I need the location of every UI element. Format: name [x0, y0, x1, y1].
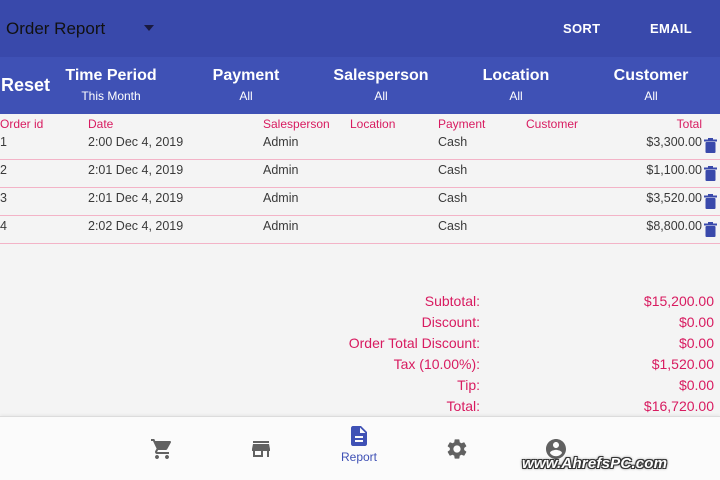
cell-salesperson: Admin — [263, 219, 299, 233]
summary-order-total-discount: Order Total Discount: $0.00 — [0, 334, 720, 355]
summary-label: Tax (10.00%): — [393, 356, 480, 372]
table-row[interactable]: 4 2:02 Dec 4, 2019 Admin Cash $8,800.00 — [0, 216, 720, 244]
cell-salesperson: Admin — [263, 191, 299, 205]
nav-report-label: Report — [340, 450, 378, 464]
table-row[interactable]: 2 2:01 Dec 4, 2019 Admin Cash $1,100.00 — [0, 160, 720, 188]
cell-order-id: 1 — [0, 135, 7, 149]
trash-icon[interactable] — [704, 222, 717, 237]
summary-label: Discount: — [421, 314, 480, 330]
summary-tax: Tax (10.00%): $1,520.00 — [0, 355, 720, 376]
nav-report[interactable]: Report — [329, 412, 389, 476]
filter-customer[interactable]: Customer All — [581, 67, 720, 103]
summary-label: Total: — [446, 398, 480, 414]
filter-name: Time Period — [65, 67, 157, 84]
order-summary: Subtotal: $15,200.00 Discount: $0.00 Ord… — [0, 292, 720, 418]
summary-tip: Tip: $0.00 — [0, 376, 720, 397]
summary-label: Tip: — [457, 377, 480, 393]
store-icon — [252, 441, 270, 457]
summary-label: Subtotal: — [424, 293, 480, 309]
col-header-salesperson[interactable]: Salesperson — [263, 117, 330, 131]
cell-salesperson: Admin — [263, 135, 299, 149]
filter-value: All — [644, 89, 658, 103]
filter-value: All — [239, 89, 253, 103]
cell-date: 2:00 Dec 4, 2019 — [88, 135, 184, 149]
cell-total: $8,800.00 — [646, 219, 702, 233]
filter-name: Location — [482, 67, 550, 84]
report-type-selected: Order Report — [6, 18, 106, 38]
cell-date: 2:01 Dec 4, 2019 — [88, 191, 184, 205]
app-bar: Order Report SORT EMAIL — [0, 0, 720, 57]
filter-value: This Month — [81, 89, 141, 103]
col-header-customer[interactable]: Customer — [526, 117, 578, 131]
filter-location[interactable]: Location All — [446, 67, 586, 103]
filter-value: All — [509, 89, 523, 103]
filter-bar: Reset Time Period This Month Payment All… — [0, 57, 720, 114]
table-header: Order id Date Salesperson Location Payme… — [0, 114, 720, 132]
cell-salesperson: Admin — [263, 163, 299, 177]
filter-name: Payment — [212, 67, 280, 84]
cell-payment: Cash — [438, 191, 468, 205]
cell-total: $3,520.00 — [646, 191, 702, 205]
filter-name: Salesperson — [333, 67, 429, 84]
cell-order-id: 3 — [0, 191, 7, 205]
summary-value: $1,520.00 — [651, 356, 714, 372]
cell-date: 2:01 Dec 4, 2019 — [88, 163, 184, 177]
trash-icon[interactable] — [704, 166, 717, 181]
cell-order-id: 2 — [0, 163, 7, 177]
filter-time-period[interactable]: Time Period This Month — [41, 67, 181, 103]
summary-discount: Discount: $0.00 — [0, 313, 720, 334]
summary-value: $0.00 — [678, 377, 714, 393]
orders-table: Order id Date Salesperson Location Payme… — [0, 114, 720, 244]
col-header-location[interactable]: Location — [350, 117, 395, 131]
cell-payment: Cash — [438, 163, 468, 177]
cell-total: $3,300.00 — [646, 135, 702, 149]
summary-value: $15,200.00 — [643, 293, 714, 309]
watermark: www.AhrefsPC.com — [522, 455, 668, 472]
report-type-dropdown[interactable]: Order Report — [0, 0, 170, 57]
cell-order-id: 4 — [0, 219, 7, 233]
trash-icon[interactable] — [704, 138, 717, 153]
summary-value: $16,720.00 — [643, 398, 714, 414]
nav-store[interactable] — [231, 417, 291, 480]
nav-settings[interactable] — [427, 417, 487, 480]
report-icon — [351, 426, 367, 446]
cell-date: 2:02 Dec 4, 2019 — [88, 219, 184, 233]
nav-cart[interactable] — [132, 417, 192, 480]
cell-payment: Cash — [438, 219, 468, 233]
summary-subtotal: Subtotal: $15,200.00 — [0, 292, 720, 313]
cell-total: $1,100.00 — [646, 163, 702, 177]
dropdown-caret-icon — [144, 25, 154, 31]
settings-icon — [447, 439, 467, 459]
summary-value: $0.00 — [678, 335, 714, 351]
cell-payment: Cash — [438, 135, 468, 149]
filter-name: Customer — [613, 67, 689, 84]
cart-icon — [151, 439, 172, 459]
col-header-payment[interactable]: Payment — [438, 117, 485, 131]
sort-button[interactable]: SORT — [563, 0, 600, 57]
email-button[interactable]: EMAIL — [650, 0, 692, 57]
table-row[interactable]: 3 2:01 Dec 4, 2019 Admin Cash $3,520.00 — [0, 188, 720, 216]
filter-payment[interactable]: Payment All — [176, 67, 316, 103]
col-header-order-id[interactable]: Order id — [0, 117, 43, 131]
summary-label: Order Total Discount: — [348, 335, 480, 351]
summary-value: $0.00 — [678, 314, 714, 330]
table-row[interactable]: 1 2:00 Dec 4, 2019 Admin Cash $3,300.00 — [0, 132, 720, 160]
trash-icon[interactable] — [704, 194, 717, 209]
col-header-total[interactable]: Total — [677, 117, 702, 131]
filter-salesperson[interactable]: Salesperson All — [311, 67, 451, 103]
col-header-date[interactable]: Date — [88, 117, 113, 131]
filter-value: All — [374, 89, 388, 103]
